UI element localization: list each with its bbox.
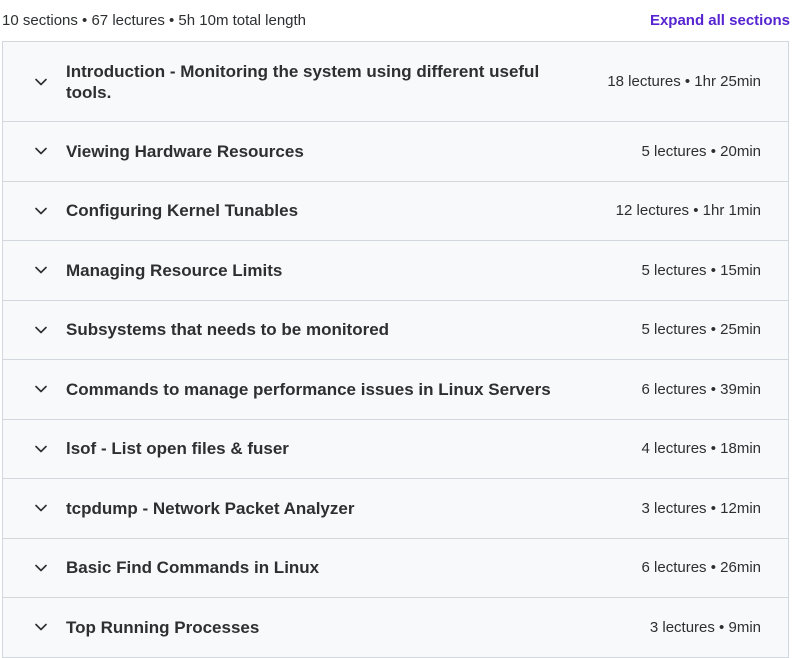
expand-all-sections-link[interactable]: Expand all sections [650,12,790,29]
section-row[interactable]: tcpdump - Network Packet Analyzer 3 lect… [3,479,788,539]
section-list: Introduction - Monitoring the system usi… [2,41,789,658]
section-title: tcpdump - Network Packet Analyzer [66,498,355,518]
section-title: Basic Find Commands in Linux [66,558,320,578]
section-row[interactable]: Basic Find Commands in Linux 6 lectures … [3,538,788,598]
section-title: Viewing Hardware Resources [66,141,304,161]
section-title: Top Running Processes [66,617,260,637]
section-meta: 18 lectures • 1hr 25min [607,73,761,90]
section-title: Managing Resource Limits [66,260,283,280]
section-row[interactable]: Subsystems that needs to be monitored 5 … [3,300,788,360]
section-title: Introduction - Monitoring the system usi… [66,61,540,102]
section-meta: 3 lectures • 12min [641,499,761,517]
section-row[interactable]: Top Running Processes 3 lectures • 9min [3,598,788,658]
chevron-down-icon [33,74,49,90]
section-meta: 5 lectures • 20min [641,142,761,160]
section-title: Commands to manage performance issues in… [66,379,551,399]
section-row[interactable]: lsof - List open files & fuser 4 lecture… [3,419,788,479]
section-meta: 5 lectures • 25min [641,321,761,339]
section-meta: 12 lectures • 1hr 1min [615,202,761,220]
chevron-down-icon [33,381,49,397]
chevron-down-icon [33,143,49,159]
section-meta: 6 lectures • 26min [641,559,761,577]
curriculum-header: 10 sections • 67 lectures • 5h 10m total… [0,0,794,40]
section-row[interactable]: Viewing Hardware Resources 5 lectures • … [3,122,788,182]
chevron-down-icon [33,560,49,576]
section-row[interactable]: Managing Resource Limits 5 lectures • 15… [3,241,788,301]
section-title: lsof - List open files & fuser [66,439,289,459]
section-row[interactable]: Commands to manage performance issues in… [3,360,788,420]
chevron-down-icon [33,619,49,635]
chevron-down-icon [33,262,49,278]
section-meta: 5 lectures • 15min [641,261,761,279]
section-meta: 4 lectures • 18min [641,440,761,458]
section-meta: 3 lectures • 9min [649,618,761,636]
chevron-down-icon [33,322,49,338]
chevron-down-icon [33,203,49,219]
chevron-down-icon [33,441,49,457]
section-row[interactable]: Configuring Kernel Tunables 12 lectures … [3,181,788,241]
section-meta: 6 lectures • 39min [641,380,761,398]
section-title: Configuring Kernel Tunables [66,201,299,221]
section-title: Subsystems that needs to be monitored [66,320,390,340]
section-row[interactable]: Introduction - Monitoring the system usi… [3,42,788,122]
course-stats: 10 sections • 67 lectures • 5h 10m total… [2,11,307,29]
chevron-down-icon [33,500,49,516]
